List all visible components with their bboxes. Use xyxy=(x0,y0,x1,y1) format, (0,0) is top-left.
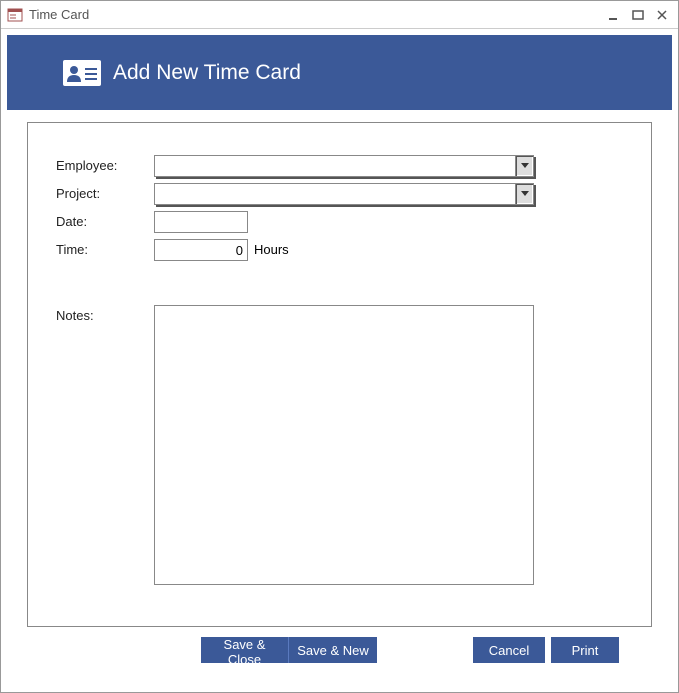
print-button[interactable]: Print xyxy=(551,637,619,663)
save-new-button[interactable]: Save & New xyxy=(289,637,377,663)
content: Add New Time Card Employee: Project: xyxy=(1,35,678,663)
save-close-button[interactable]: Save & Close xyxy=(201,637,289,663)
form-panel: Employee: Project: xyxy=(27,122,652,627)
project-field[interactable] xyxy=(155,184,515,204)
project-label: Project: xyxy=(56,183,154,201)
button-bar: Save & Close Save & New Cancel Print xyxy=(27,637,652,663)
project-combo[interactable] xyxy=(154,183,534,205)
cancel-button[interactable]: Cancel xyxy=(473,637,545,663)
time-unit-label: Hours xyxy=(254,239,289,257)
banner: Add New Time Card xyxy=(7,35,672,110)
employee-label: Employee: xyxy=(56,155,154,173)
notes-field[interactable] xyxy=(154,305,534,585)
id-card-icon xyxy=(63,60,101,86)
employee-combo[interactable] xyxy=(154,155,534,177)
page-title: Add New Time Card xyxy=(113,61,301,85)
date-label: Date: xyxy=(56,211,154,229)
chevron-down-icon[interactable] xyxy=(515,184,533,204)
form-icon xyxy=(7,7,23,23)
chevron-down-icon[interactable] xyxy=(515,156,533,176)
maximize-icon[interactable] xyxy=(628,7,648,23)
minimize-icon[interactable] xyxy=(604,7,624,23)
window: Time Card Add New Time Card xyxy=(0,0,679,693)
window-title: Time Card xyxy=(29,7,89,22)
titlebar: Time Card xyxy=(1,1,678,29)
close-icon[interactable] xyxy=(652,7,672,23)
window-controls xyxy=(604,7,672,23)
time-label: Time: xyxy=(56,239,154,257)
employee-field[interactable] xyxy=(155,156,515,176)
date-field[interactable] xyxy=(154,211,248,233)
time-field[interactable] xyxy=(154,239,248,261)
notes-label: Notes: xyxy=(56,305,154,323)
